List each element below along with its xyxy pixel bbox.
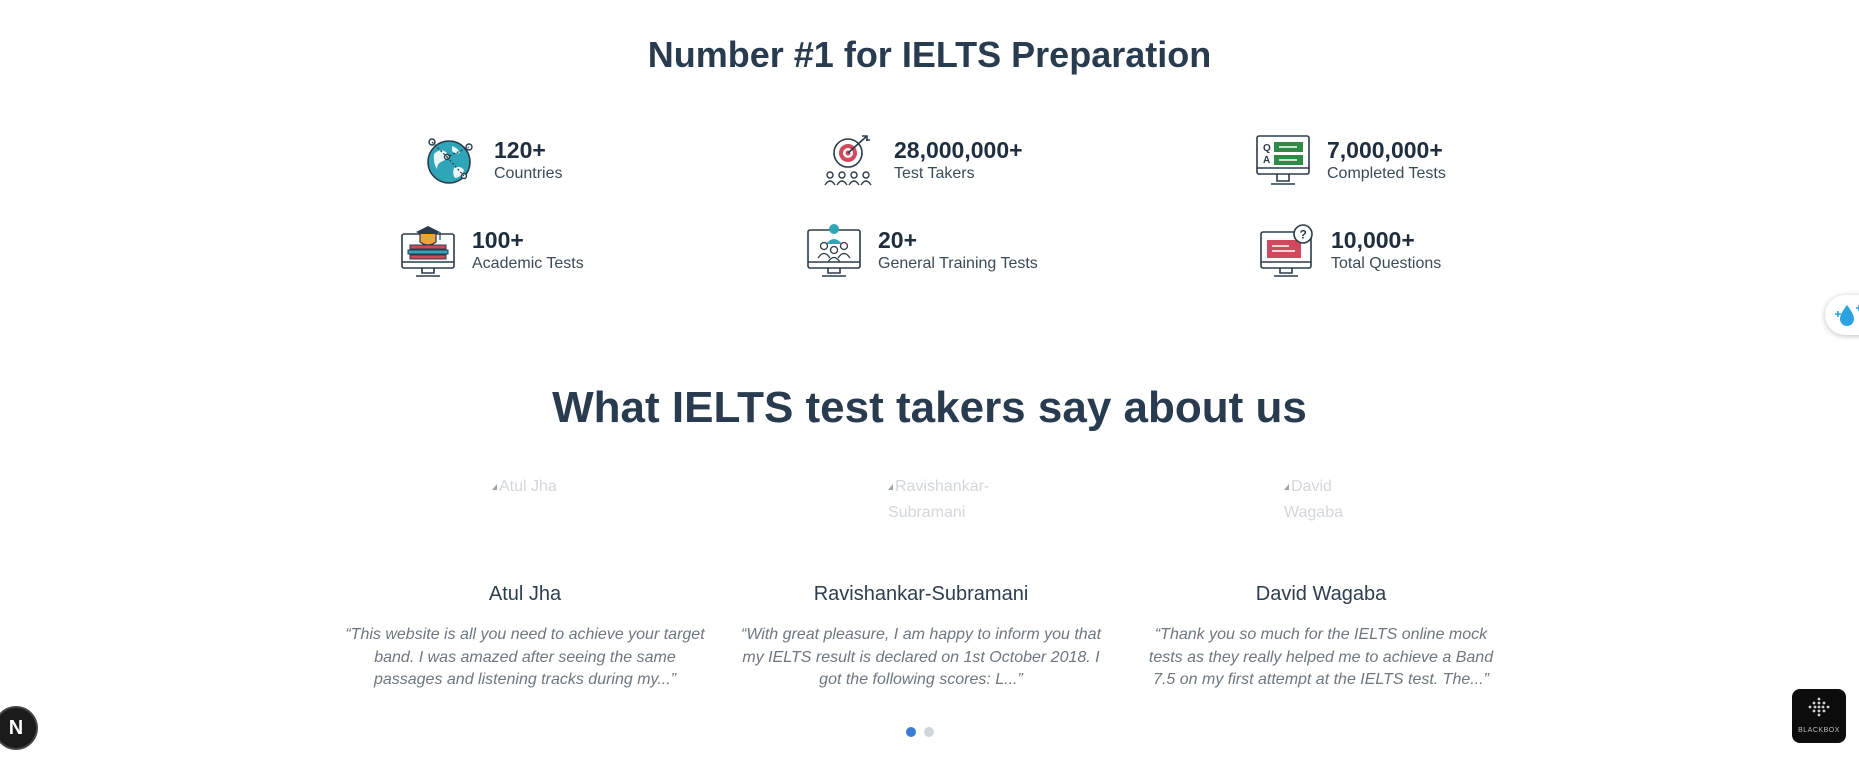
stat-label: General Training Tests xyxy=(878,255,1038,272)
blackbox-widget[interactable]: BLACKBOX xyxy=(1792,689,1846,743)
broken-image-icon xyxy=(1284,483,1289,490)
globe-icon xyxy=(427,138,473,184)
stat-general-training-tests: 20+ General Training Tests xyxy=(806,222,1038,278)
testimonial-name: Atul Jha xyxy=(488,583,562,605)
team-monitor-icon xyxy=(807,224,861,277)
stat-academic-tests: 100+ Academic Tests xyxy=(400,222,584,278)
carousel-dot-1[interactable] xyxy=(906,727,916,737)
stat-number: 7,000,000+ xyxy=(1327,137,1443,163)
avatar: David Wagaba xyxy=(1284,474,1364,534)
stat-number: 120+ xyxy=(494,137,546,163)
stat-label: Countries xyxy=(494,165,563,182)
svg-text:A: A xyxy=(1263,155,1270,166)
stat-number: 20+ xyxy=(878,227,918,253)
question-monitor-icon: ? xyxy=(1260,224,1313,277)
floating-side-widget[interactable] xyxy=(1825,295,1859,335)
droplet-sparkle-icon xyxy=(1835,305,1859,326)
avatar: Ravishankar-Subramani xyxy=(888,474,998,534)
stat-test-takers: 28,000,000+ Test Takers xyxy=(822,132,1023,188)
broken-image-icon xyxy=(888,483,893,490)
testimonial-card: Atul Jha Atul Jha “This website is all y… xyxy=(344,474,706,692)
testimonial-quote: “This website is all you need to achieve… xyxy=(345,626,705,688)
blackbox-logo-icon xyxy=(1808,697,1830,717)
target-people-icon xyxy=(824,135,872,186)
svg-text:Q: Q xyxy=(1263,143,1271,154)
avatar: Atul Jha xyxy=(492,474,572,534)
testimonial-name: Ravishankar-Subramani xyxy=(813,583,1029,605)
carousel-dot-2[interactable] xyxy=(924,727,934,737)
testimonial-quote: “With great pleasure, I am happy to info… xyxy=(740,626,1102,688)
broken-image-icon xyxy=(492,483,497,490)
stat-number: 28,000,000+ xyxy=(894,137,1023,163)
avatar-alt-text: David Wagaba xyxy=(1284,478,1343,521)
stat-label: Test Takers xyxy=(894,165,975,182)
testimonial-quote: “Thank you so much for the IELTS online … xyxy=(1148,626,1494,688)
testimonial-name: David Wagaba xyxy=(1255,583,1387,605)
carousel-pagination xyxy=(906,727,934,737)
avatar-alt-text: Ravishankar-Subramani xyxy=(888,478,990,521)
stat-label: Completed Tests xyxy=(1327,165,1446,182)
page-title: Number #1 for IELTS Preparation xyxy=(647,34,1212,75)
testimonial-card: David Wagaba David Wagaba “Thank you so … xyxy=(1136,474,1506,692)
avatar-alt-text: Atul Jha xyxy=(499,478,557,495)
graduation-monitor-icon xyxy=(401,226,455,277)
stat-total-questions: ? 10,000+ Total Questions xyxy=(1259,222,1441,278)
testimonial-card: Ravishankar-Subramani Ravishankar-Subram… xyxy=(740,474,1102,692)
stat-label: Academic Tests xyxy=(472,255,584,272)
qa-monitor-icon: Q A xyxy=(1256,135,1310,185)
testimonials-title: What IELTS test takers say about us xyxy=(552,383,1307,432)
framework-badge[interactable]: N xyxy=(0,708,36,748)
stat-number: 100+ xyxy=(472,227,524,253)
stat-number: 10,000+ xyxy=(1331,227,1415,253)
stat-countries: 120+ Countries xyxy=(422,132,562,188)
svg-text:?: ? xyxy=(1300,228,1307,242)
stat-completed-tests: Q A 7,000,000+ Completed Tests xyxy=(1255,132,1446,188)
stat-label: Total Questions xyxy=(1331,255,1442,272)
blackbox-label: BLACKBOX xyxy=(1798,727,1840,734)
